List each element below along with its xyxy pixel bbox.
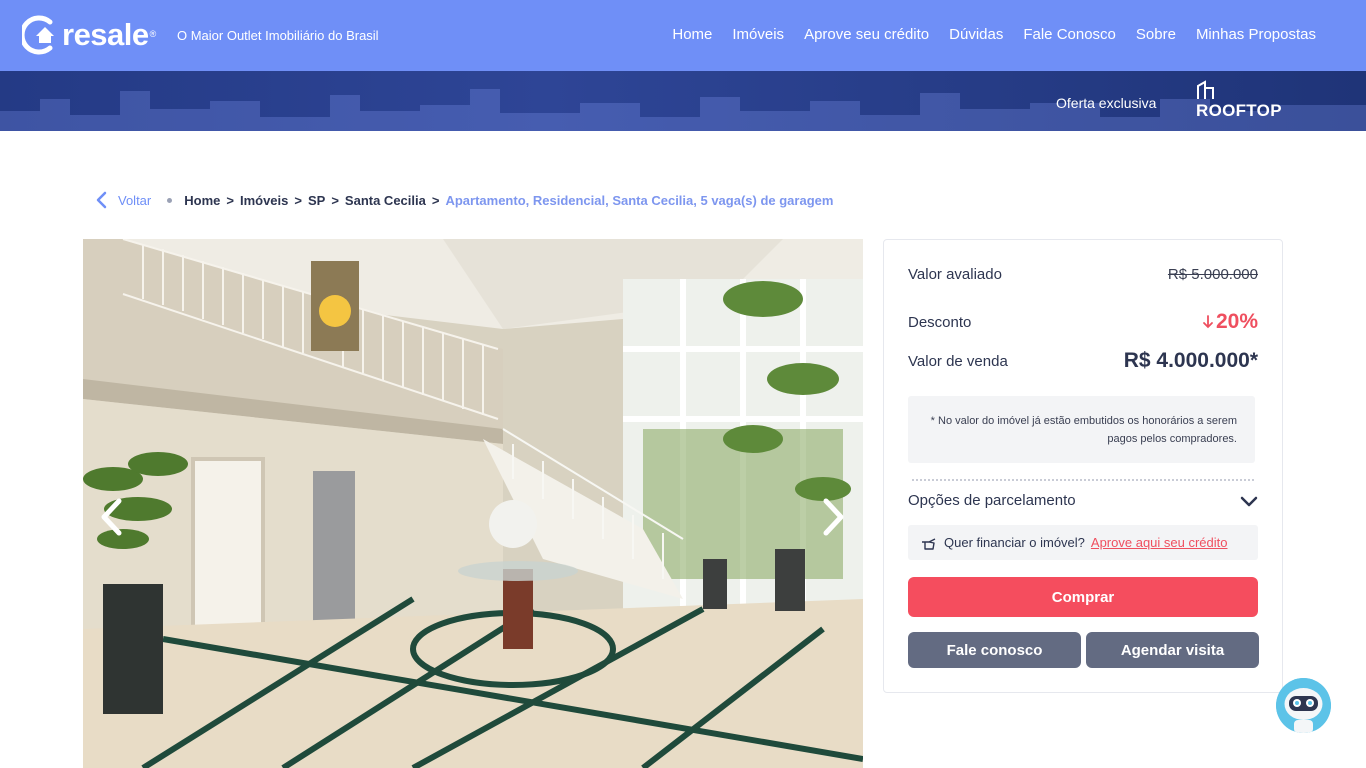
breadcrumb-home[interactable]: Home (184, 193, 220, 208)
valuation-value: R$ 5.000.000 (1167, 266, 1258, 283)
chevron-down-icon (1240, 496, 1258, 506)
schedule-visit-button[interactable]: Agendar visita (1086, 632, 1259, 668)
divider (912, 479, 1254, 481)
finance-text: Quer financiar o imóvel? (944, 535, 1085, 550)
discount-value: 20% (1215, 310, 1258, 333)
chatbot-button[interactable] (1276, 678, 1331, 733)
fee-note: * No valor do imóvel já estão embutidos … (908, 396, 1255, 463)
nav-imoveis[interactable]: Imóveis (732, 26, 784, 43)
resale-logo[interactable]: resale ® (19, 14, 157, 55)
breadcrumb-santa-cecilia[interactable]: Santa Cecilia (345, 193, 426, 208)
chevron-right-icon (823, 498, 844, 536)
robot-avatar-icon (1276, 678, 1331, 733)
chevron-left-icon (96, 191, 107, 209)
breadcrumb-current: Apartamento, Residencial, Santa Cecilia,… (445, 192, 834, 208)
city-skyline-icon (0, 89, 1366, 131)
chevron-left-icon (101, 498, 122, 536)
breadcrumb-sp[interactable]: SP (308, 193, 325, 208)
arrow-down-icon (1203, 315, 1213, 329)
gallery-prev-arrow[interactable] (97, 498, 127, 536)
partner-name: ROOFTOP (1196, 101, 1282, 120)
back-link[interactable]: Voltar (94, 191, 151, 209)
finance-prompt: Quer financiar o imóvel? Aprove aqui seu… (908, 525, 1258, 560)
exclusive-offer-banner (0, 71, 1366, 131)
building-icon (1197, 80, 1214, 99)
breadcrumb-dot (167, 197, 173, 203)
gallery-next-arrow[interactable] (818, 498, 848, 536)
sale-value: R$ 4.000.000* (1123, 349, 1258, 372)
brand-name: resale (62, 16, 149, 52)
tagline: O Maior Outlet Imobiliário do Brasil (177, 28, 379, 43)
offer-label: Oferta exclusiva (1056, 95, 1157, 111)
house-logo-icon (19, 14, 58, 55)
nav-home[interactable]: Home (672, 26, 712, 43)
sale-label: Valor de venda (908, 352, 1008, 370)
valuation-row: Valor avaliado R$ 5.000.000 (908, 266, 1258, 283)
discount-label: Desconto (908, 313, 972, 331)
top-navbar: resale ® O Maior Outlet Imobiliário do B… (0, 0, 1366, 71)
lobby-photo (83, 239, 863, 768)
approve-credit-link[interactable]: Aprove aqui seu crédito (1091, 535, 1228, 550)
nav-duvidas[interactable]: Dúvidas (949, 26, 1003, 43)
nav-aprove-credito[interactable]: Aprove seu crédito (804, 26, 929, 43)
installment-options-toggle[interactable]: Opções de parcelamento (908, 492, 1258, 509)
back-label: Voltar (118, 192, 152, 208)
nav-minhas-propostas[interactable]: Minhas Propostas (1196, 26, 1316, 43)
nav-fale-conosco[interactable]: Fale Conosco (1023, 26, 1116, 43)
rooftop-logo[interactable]: ROOFTOP (1196, 80, 1282, 120)
breadcrumb-imoveis[interactable]: Imóveis (240, 193, 288, 208)
buy-button[interactable]: Comprar (908, 577, 1258, 617)
sale-row: Valor de venda R$ 4.000.000* (908, 349, 1258, 373)
main-nav: Home Imóveis Aprove seu crédito Dúvidas … (672, 26, 1316, 43)
pointing-hand-icon (922, 537, 936, 550)
price-card: Valor avaliado R$ 5.000.000 Desconto 20%… (883, 239, 1283, 693)
valuation-label: Valor avaliado (908, 266, 1002, 283)
property-photo-gallery[interactable] (83, 239, 863, 768)
discount-badge: 20% (1202, 310, 1258, 334)
discount-row: Desconto 20% (908, 310, 1258, 334)
breadcrumb: Voltar Home > Imóveis > SP > Santa Cecil… (94, 191, 833, 209)
contact-button[interactable]: Fale conosco (908, 632, 1081, 668)
registered-mark: ® (149, 29, 157, 39)
nav-sobre[interactable]: Sobre (1136, 26, 1176, 43)
installment-label: Opções de parcelamento (908, 492, 1076, 509)
